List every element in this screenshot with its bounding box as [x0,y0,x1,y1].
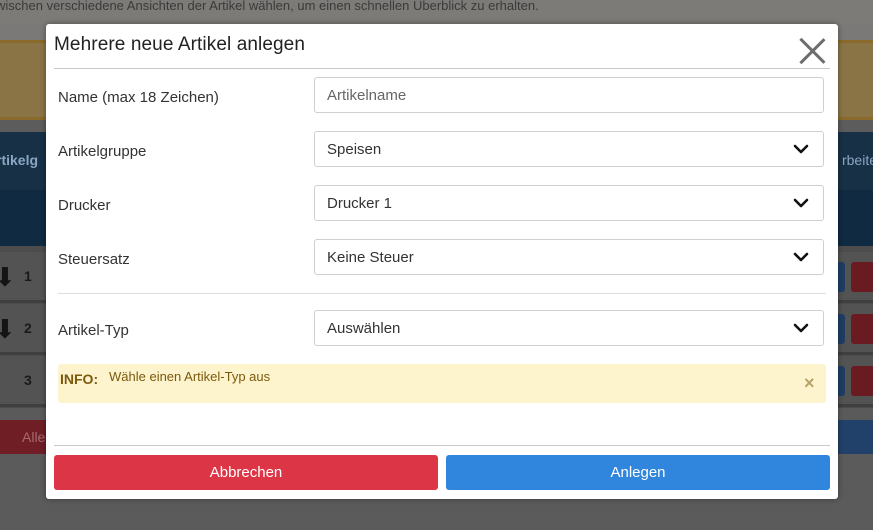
delete-button [851,314,873,344]
header-divider [54,68,830,69]
background-nav-right: rbeite [841,152,873,168]
arrow-down-icon: ⬇ [0,314,16,344]
close-icon[interactable]: × [804,373,815,393]
article-group-value: Speisen [327,141,382,158]
article-name-input[interactable] [314,77,824,113]
delete-button [851,366,873,396]
page-description: wischen verschiedene Ansichten der Artik… [0,0,873,24]
article-group-label: Artikelgruppe [58,143,147,160]
row-number: 3 [24,372,32,388]
printer-value: Drucker 1 [327,195,393,212]
arrow-down-icon: ⬇ [0,262,16,292]
close-icon[interactable] [797,36,827,66]
delete-button [851,262,873,292]
info-alert-text: Wähle einen Artikel-Typ aus [109,369,271,384]
info-alert: INFO: Wähle einen Artikel-Typ aus × [58,364,826,403]
printer-label: Drucker [58,197,111,214]
article-type-label: Artikel-Typ [58,322,129,339]
footer-divider [54,445,830,446]
page-description-text: wischen verschiedene Ansichten der Artik… [0,0,539,13]
chevron-down-icon [793,144,809,154]
tax-rate-select[interactable]: Keine Steuer [314,239,824,275]
tax-rate-value: Keine Steuer [327,249,414,266]
article-type-value: Auswählen [327,320,401,337]
info-alert-label: INFO: [60,371,99,387]
article-group-select[interactable]: Speisen [314,131,824,167]
row-number: 1 [24,268,32,284]
cancel-button[interactable]: Abbrechen [54,455,438,490]
form-divider [58,293,826,294]
chevron-down-icon [793,323,809,333]
article-type-select[interactable]: Auswählen [314,310,824,346]
row-number: 2 [24,320,32,336]
background-delete-all-label: Alle [22,429,46,445]
create-button[interactable]: Anlegen [446,455,830,490]
modal-title: Mehrere neue Artikel anlegen [54,34,306,55]
background-nav-left: rtikelg [0,152,39,168]
tax-rate-label: Steuersatz [58,251,130,268]
printer-select[interactable]: Drucker 1 [314,185,824,221]
name-label: Name (max 18 Zeichen) [58,89,219,106]
chevron-down-icon [793,252,809,262]
create-articles-modal: Mehrere neue Artikel anlegen Name (max 1… [46,24,838,499]
chevron-down-icon [793,198,809,208]
